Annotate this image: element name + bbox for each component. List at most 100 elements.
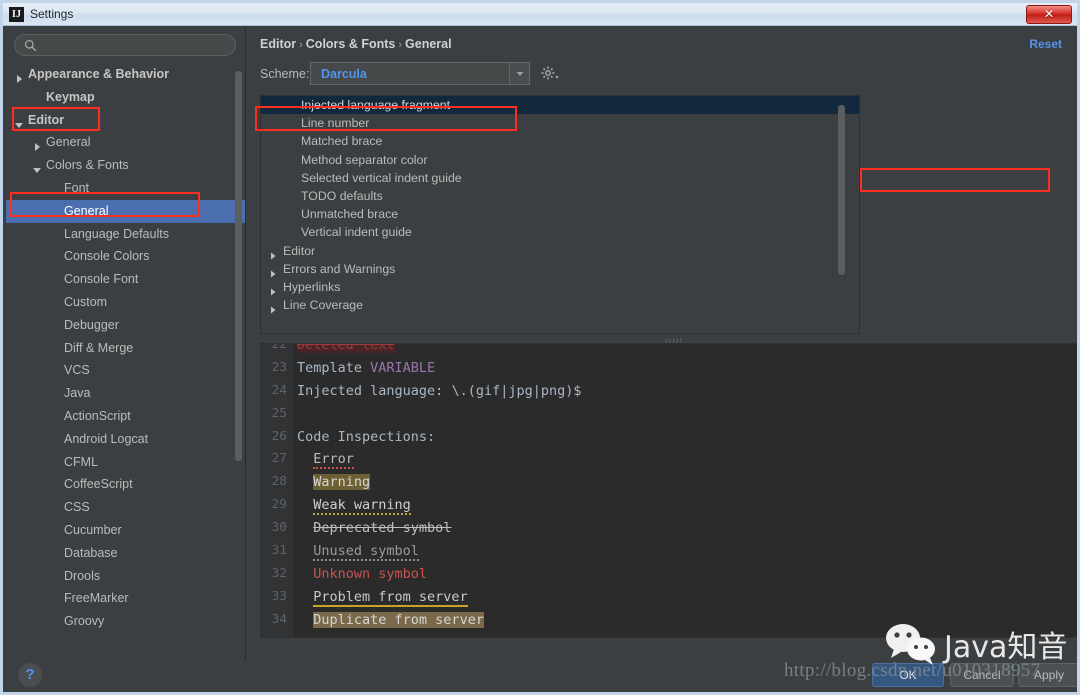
line-number: 22 xyxy=(271,343,287,352)
sidebar-item-android-logcat[interactable]: Android Logcat xyxy=(6,428,245,451)
color-list-item[interactable]: Selected vertical indent guide xyxy=(261,169,859,187)
sidebar-item-colors-fonts[interactable]: Colors & Fonts xyxy=(6,154,245,177)
sidebar-item-language-defaults[interactable]: Language Defaults xyxy=(6,223,245,246)
sidebar-item-css[interactable]: CSS xyxy=(6,496,245,519)
sidebar-item-label: Console Font xyxy=(64,272,139,287)
splitter-handle[interactable]: ///// xyxy=(260,335,1080,347)
sidebar-item-font[interactable]: Font xyxy=(6,177,245,200)
scheme-label: Scheme: xyxy=(260,67,310,81)
watermark-url: http://blog.csdn.net/u010318957 xyxy=(784,660,1041,681)
close-icon[interactable]: ✕ xyxy=(1026,5,1072,24)
chevron-right-icon[interactable] xyxy=(269,283,277,296)
sidebar-item-console-colors[interactable]: Console Colors xyxy=(6,245,245,268)
sidebar-item-debugger[interactable]: Debugger xyxy=(6,314,245,337)
search-box[interactable] xyxy=(14,34,236,56)
sidebar-scrollbar[interactable] xyxy=(235,71,242,461)
sidebar-item-java[interactable]: Java xyxy=(6,382,245,405)
preview-code-line: 31 Unused symbol xyxy=(261,540,1080,563)
preview-line-text[interactable]: Unused symbol xyxy=(297,540,419,563)
preview-line-text[interactable]: Code Inspections: xyxy=(297,426,435,449)
settings-sidebar: Appearance & Behavior Keymap Editor General… xyxy=(6,27,246,661)
sidebar-item-general[interactable]: General xyxy=(6,131,245,154)
preview-code-line: 28 Warning xyxy=(261,471,1080,494)
color-list-item[interactable]: Unmatched brace xyxy=(261,205,859,223)
line-number: 31 xyxy=(271,543,287,559)
chevron-right-icon[interactable] xyxy=(269,247,277,259)
sidebar-item-general[interactable]: General xyxy=(6,199,245,223)
preview-line-text[interactable]: Problem from server xyxy=(297,586,468,609)
sidebar-item-cfml[interactable]: CFML xyxy=(6,451,245,474)
color-list-item[interactable]: Errors and Warnings xyxy=(261,260,859,278)
color-list-scrollbar[interactable] xyxy=(838,105,845,275)
preview-line-text[interactable]: Error xyxy=(297,448,354,471)
sidebar-item-cucumber[interactable]: Cucumber xyxy=(6,519,245,542)
sidebar-item-database[interactable]: Database xyxy=(6,542,245,565)
sidebar-item-custom[interactable]: Custom xyxy=(6,291,245,314)
sidebar-item-label: General xyxy=(46,135,91,150)
sidebar-item-coffeescript[interactable]: CoffeeScript xyxy=(6,473,245,496)
sidebar-item-appearance-behavior[interactable]: Appearance & Behavior xyxy=(6,63,245,86)
color-list-item[interactable]: TODO defaults xyxy=(261,187,859,205)
sidebar-item-label: Debugger xyxy=(64,317,119,332)
chevron-down-icon[interactable] xyxy=(509,63,529,84)
chevron-right-icon[interactable] xyxy=(269,301,277,314)
sidebar-item-freemarker[interactable]: FreeMarker xyxy=(6,587,245,610)
breadcrumb-part-2[interactable]: Colors & Fonts xyxy=(306,37,396,51)
preview-code-line: 24 Injected language: \.(gif|jpg|png)$ xyxy=(261,380,1080,403)
help-button[interactable]: ? xyxy=(18,663,42,687)
gear-icon[interactable] xyxy=(541,65,559,81)
preview-line-text[interactable]: Deprecated symbol xyxy=(297,517,451,540)
chevron-right-icon[interactable] xyxy=(32,137,42,152)
chevron-down-icon[interactable] xyxy=(32,160,42,174)
reset-link[interactable]: Reset xyxy=(1029,37,1062,51)
color-list-item[interactable]: Injected language fragment xyxy=(261,96,859,115)
breadcrumb-part-1[interactable]: Editor xyxy=(260,37,296,51)
code-token-insp-deprecated: Deprecated symbol xyxy=(313,520,452,537)
sidebar-item-drools[interactable]: Drools xyxy=(6,565,245,588)
sidebar-item-groovy[interactable]: Groovy xyxy=(6,610,245,633)
preview-line-text[interactable]: Deleted text xyxy=(297,344,395,357)
color-list-item[interactable]: Editor xyxy=(261,242,859,260)
preview-line-text[interactable]: Warning xyxy=(297,471,371,494)
sidebar-item-actionscript[interactable]: ActionScript xyxy=(6,405,245,428)
sidebar-item-console-font[interactable]: Console Font xyxy=(6,268,245,291)
chevron-right-icon[interactable] xyxy=(14,69,24,83)
preview-code-line: 29 Weak warning xyxy=(261,494,1080,517)
preview-code-line: 32 Unknown symbol xyxy=(261,563,1080,586)
line-number: 34 xyxy=(271,611,287,627)
chevron-down-icon[interactable] xyxy=(14,115,24,128)
color-list-item[interactable]: Hyperlinks xyxy=(261,278,859,296)
list-right-strip xyxy=(846,95,1080,334)
color-list-item[interactable]: Matched brace xyxy=(261,132,859,150)
color-list-item-label: Matched brace xyxy=(301,134,383,149)
search-input[interactable] xyxy=(42,37,232,56)
breadcrumb-separator-2: › xyxy=(398,39,403,51)
scheme-dropdown[interactable]: Darcula xyxy=(310,62,530,85)
preview-code-line: 25 xyxy=(261,403,1080,426)
preview-line-text[interactable]: Injected language: \.(gif|jpg|png)$ xyxy=(297,380,581,403)
color-list-item-label: Line number xyxy=(301,116,370,131)
preview-line-text[interactable]: Unknown symbol xyxy=(297,563,427,586)
sidebar-item-keymap[interactable]: Keymap xyxy=(6,86,245,109)
preview-code[interactable]: 22 Deleted text 23 Template VARIABLE 24 Injec… xyxy=(261,343,1080,637)
preview-line-text[interactable]: typo xyxy=(297,632,346,637)
color-list-item[interactable]: Line number xyxy=(261,114,859,132)
sidebar-item-vcs[interactable]: VCS xyxy=(6,359,245,382)
code-token-insp-dup: Duplicate from server xyxy=(313,611,484,628)
preview-line-text[interactable]: Weak warning xyxy=(297,494,411,517)
sidebar-item-label: FreeMarker xyxy=(64,591,129,606)
settings-window: IJ Settings ✕ Appearance & Behavior Keyma… xyxy=(0,0,1080,695)
sidebar-item-diff-merge[interactable]: Diff & Merge xyxy=(6,337,245,360)
color-list-item[interactable]: Line Coverage xyxy=(261,296,859,314)
color-list-item-label: TODO defaults xyxy=(301,188,383,203)
chevron-right-icon[interactable] xyxy=(269,265,277,278)
preview-line-text[interactable]: Template VARIABLE xyxy=(297,357,435,380)
color-list-item[interactable]: Vertical indent guide xyxy=(261,223,859,241)
preview-line-text[interactable]: Duplicate from server xyxy=(297,609,484,632)
line-number: 33 xyxy=(271,588,287,604)
code-token-insp-typo: typo xyxy=(313,634,346,637)
sidebar-item-editor[interactable]: Editor xyxy=(6,109,245,132)
color-list-item[interactable]: Method separator color xyxy=(261,151,859,169)
